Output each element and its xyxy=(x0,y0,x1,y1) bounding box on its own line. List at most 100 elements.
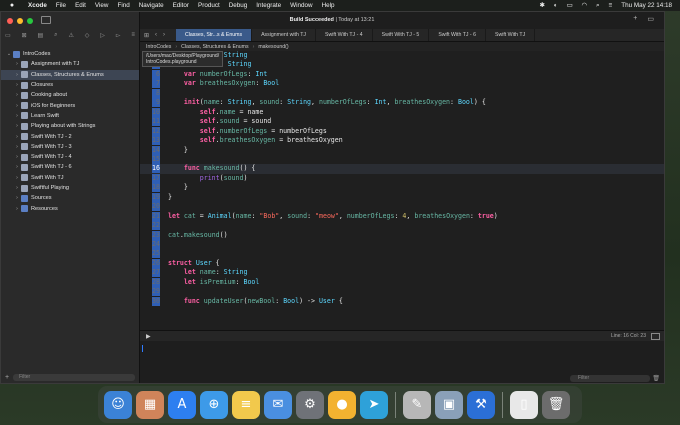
chevron-right-icon[interactable]: › xyxy=(13,113,21,119)
chevron-right-icon[interactable]: › xyxy=(13,185,21,191)
test-icon[interactable]: ◇ xyxy=(85,32,90,39)
sidebar-item[interactable]: › Assignment with TJ xyxy=(1,59,139,69)
sidebar-item[interactable]: › iOS for Beginners xyxy=(1,100,139,110)
run-icon[interactable]: ▶ xyxy=(146,333,151,340)
code-line[interactable]: func makesound() { xyxy=(168,164,256,172)
code-line[interactable]: cat.makesound() xyxy=(168,231,228,239)
sidebar-item[interactable]: › Learn Swift xyxy=(1,111,139,121)
menu-view[interactable]: View xyxy=(95,2,109,9)
chevron-right-icon[interactable]: › xyxy=(13,134,21,140)
sidebar-item[interactable]: › Swift With TJ - 2 xyxy=(1,131,139,141)
editor-tab[interactable]: Assignment with TJ xyxy=(252,29,316,41)
sidebar-item[interactable]: ⌄ IntroCodes xyxy=(1,49,139,59)
editor-tab[interactable]: Classes, Str...s & Enums xyxy=(176,29,253,41)
panel-toggle-icon[interactable] xyxy=(651,332,660,340)
document-icon[interactable]: ▯ xyxy=(510,390,538,419)
apple-menu-icon[interactable]: ● xyxy=(8,2,16,9)
source-editor[interactable]: 4 let name: String5 var sound: String6 v… xyxy=(140,51,664,313)
chevron-right-icon[interactable]: › xyxy=(13,123,21,129)
tips-icon[interactable]: ● xyxy=(328,390,356,419)
chevron-right-icon[interactable]: › xyxy=(13,82,21,88)
chevron-right-icon[interactable]: › xyxy=(13,175,21,181)
search-icon[interactable]: ⌕ xyxy=(596,2,600,10)
menu-file[interactable]: File xyxy=(56,2,66,9)
sidebar-item[interactable]: › Sources xyxy=(1,193,139,203)
finder-icon[interactable]: ☺ xyxy=(104,390,132,419)
code-line[interactable]: self.name = name xyxy=(168,108,264,116)
menu-integrate[interactable]: Integrate xyxy=(256,2,281,9)
chevron-right-icon[interactable]: › xyxy=(13,144,21,150)
code-line[interactable]: var numberOfLegs: Int xyxy=(168,70,267,78)
chevron-right-icon[interactable]: › xyxy=(13,92,21,98)
sidebar-item[interactable]: › Swift With TJ - 3 xyxy=(1,142,139,152)
code-line[interactable]: self.sound = sound xyxy=(168,117,272,125)
inspector-toggle-icon[interactable]: ▭ xyxy=(647,15,654,23)
sidebar-item[interactable]: › Cooking about xyxy=(1,90,139,100)
sidebar-item[interactable]: › Swift With TJ xyxy=(1,173,139,183)
folder-icon[interactable]: ▭ xyxy=(5,32,11,39)
control-icon[interactable]: ◐ xyxy=(554,2,558,9)
trash-icon[interactable]: 🗑 xyxy=(652,375,660,382)
code-line[interactable]: self.numberOfLegs = numberOfLegs xyxy=(168,127,327,135)
xcode-icon[interactable]: ⚒ xyxy=(467,390,495,419)
sidebar-item[interactable]: › Classes, Structures & Enums xyxy=(1,69,139,80)
chevron-right-icon[interactable]: › xyxy=(13,61,21,67)
playgrounds-icon[interactable]: ✎ xyxy=(403,390,431,419)
jump-project[interactable]: IntroCodes xyxy=(146,44,171,50)
issue-icon[interactable]: ⚠ xyxy=(68,32,73,39)
code-line[interactable]: let name: String xyxy=(168,268,248,276)
menu-debug[interactable]: Debug xyxy=(229,2,248,9)
sidebar-item[interactable]: › Resources xyxy=(1,203,139,213)
code-line[interactable]: } xyxy=(168,146,188,154)
chevron-right-icon[interactable]: › xyxy=(13,206,21,212)
close-button[interactable] xyxy=(7,18,13,24)
telegram-icon[interactable]: ➤ xyxy=(360,390,388,419)
find-icon[interactable]: ⌕ xyxy=(54,32,57,39)
breakpoint-icon[interactable]: ▻ xyxy=(116,32,121,39)
mail-icon[interactable]: ✉ xyxy=(264,390,292,419)
control-center-icon[interactable]: ≡ xyxy=(609,2,613,9)
chevron-down-icon[interactable]: ⌄ xyxy=(5,51,13,57)
report-icon[interactable]: ≡ xyxy=(131,32,135,39)
editor-tab[interactable]: Swift With TJ - 5 xyxy=(373,29,430,41)
code-line[interactable]: print(sound) xyxy=(168,174,248,182)
navigator-filter-input[interactable]: Filter xyxy=(13,373,135,381)
code-line[interactable]: self.breathesOxygen = breathesOxygen xyxy=(168,136,343,144)
menu-navigate[interactable]: Navigate xyxy=(139,2,164,9)
bluetooth-icon[interactable]: ✱ xyxy=(539,2,544,9)
code-line[interactable]: struct User { xyxy=(168,259,220,267)
sidebar-item[interactable]: › Playing about with Strings xyxy=(1,121,139,131)
safari-icon[interactable]: ⊕ xyxy=(200,390,228,419)
menu-editor[interactable]: Editor xyxy=(173,2,189,9)
sidebar-item[interactable]: › Swift With TJ - 4 xyxy=(1,152,139,162)
code-line[interactable]: let cat = Animal(name: "Bob", sound: "me… xyxy=(168,212,498,220)
menu-clock[interactable]: Thu May 22 14:18 xyxy=(621,2,672,9)
minimize-button[interactable] xyxy=(17,18,23,24)
menu-product[interactable]: Product xyxy=(198,2,220,9)
wifi-icon[interactable]: ◠ xyxy=(582,2,588,9)
editor-tab[interactable]: Swift With TJ - 6 xyxy=(429,29,486,41)
menu-window[interactable]: Window xyxy=(290,2,312,9)
battery-icon[interactable]: ▭ xyxy=(567,2,573,9)
chevron-right-icon[interactable]: › xyxy=(13,195,21,201)
grid-icon[interactable]: ⊞ xyxy=(144,32,149,39)
code-line[interactable]: } xyxy=(168,193,172,201)
trash-icon[interactable]: 🗑 xyxy=(542,390,570,419)
chevron-right-icon[interactable]: › xyxy=(13,154,21,160)
launchpad-icon[interactable]: ▦ xyxy=(136,390,164,419)
sidebar-item[interactable]: › Swiftful Playing xyxy=(1,183,139,193)
chevron-right-icon[interactable]: › xyxy=(13,72,21,78)
menu-xcode[interactable]: Xcode xyxy=(28,2,47,9)
menu-find[interactable]: Find xyxy=(117,2,129,9)
back-icon[interactable]: ‹ xyxy=(155,32,157,39)
chevron-right-icon[interactable]: › xyxy=(13,103,21,109)
code-line[interactable]: init(name: String, sound: String, number… xyxy=(168,98,486,106)
system-settings-icon[interactable]: ⚙ xyxy=(296,390,324,419)
sidebar-item[interactable]: › Closures xyxy=(1,80,139,90)
console-filter-input[interactable]: Filter xyxy=(570,374,650,382)
preview-icon[interactable]: ▣ xyxy=(435,390,463,419)
code-line[interactable]: var breathesOxygen: Bool xyxy=(168,79,279,87)
debug-icon[interactable]: ▷ xyxy=(100,32,105,39)
library-icon[interactable]: + xyxy=(633,15,637,23)
editor-tab[interactable]: Swift With TJ xyxy=(486,29,536,41)
